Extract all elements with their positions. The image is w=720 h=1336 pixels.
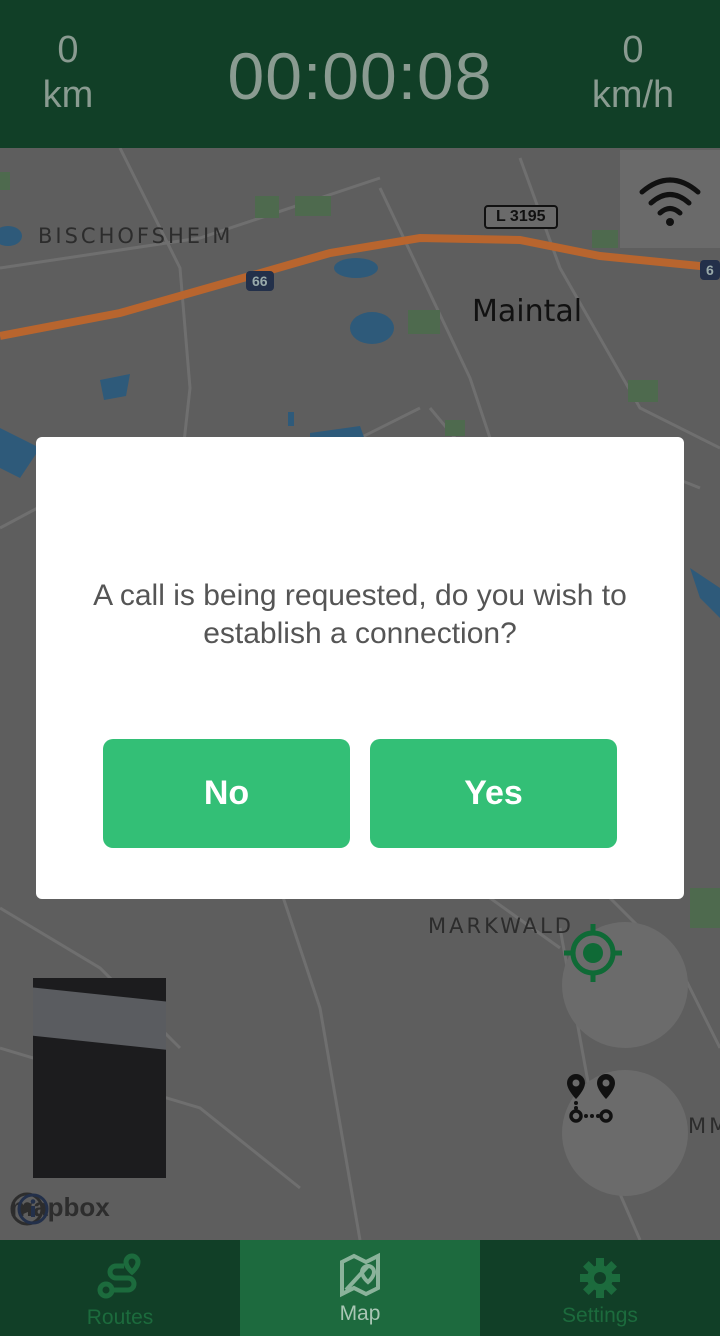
yes-button[interactable]: Yes (370, 739, 617, 848)
no-button[interactable]: No (103, 739, 350, 848)
dialog-message: A call is being requested, do you wish t… (93, 579, 627, 650)
modal-overlay: A call is being requested, do you wish t… (0, 0, 720, 1336)
call-request-dialog: A call is being requested, do you wish t… (36, 437, 684, 899)
